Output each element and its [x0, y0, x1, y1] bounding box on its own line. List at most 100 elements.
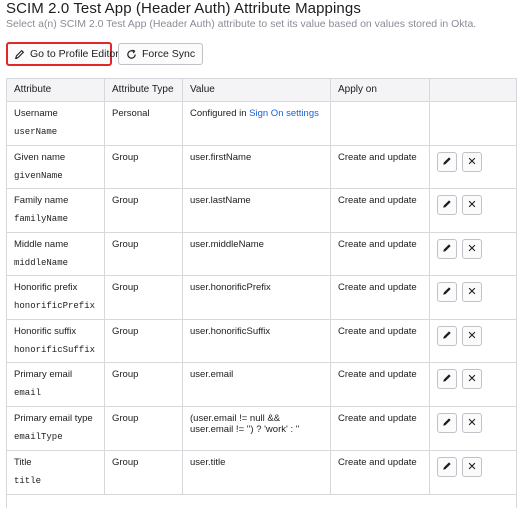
attribute-value: user.honorificSuffix — [190, 326, 271, 337]
remove-mapping-button[interactable] — [462, 195, 482, 215]
pencil-icon — [442, 417, 452, 430]
attribute-value: user.title — [190, 457, 226, 468]
attribute-value: (user.email != null && user.email != '')… — [190, 413, 300, 435]
table-row: Honorific prefix honorificPrefix Group u… — [7, 276, 516, 320]
remove-mapping-button[interactable] — [462, 413, 482, 433]
edit-mapping-button[interactable] — [437, 239, 457, 259]
pencil-icon — [14, 49, 25, 60]
column-header-value: Value — [183, 79, 331, 101]
table-row: Honorific suffix honorificSuffix Group u… — [7, 320, 516, 363]
apply-on: Create and update — [338, 239, 417, 250]
page-title: SCIM 2.0 Test App (Header Auth) Attribut… — [6, 0, 361, 17]
attribute-mappings-table: Attribute Attribute Type Value Apply on … — [6, 78, 517, 508]
pencil-icon — [442, 156, 452, 169]
pencil-icon — [442, 373, 452, 386]
attribute-value: user.honorificPrefix — [190, 282, 271, 293]
remove-mapping-button[interactable] — [462, 152, 482, 172]
attribute-variable: familyName — [14, 214, 69, 224]
table-header: Attribute Attribute Type Value Apply on — [7, 79, 516, 102]
remove-mapping-button[interactable] — [462, 457, 482, 477]
attribute-label: Middle name — [14, 239, 69, 250]
table-row: Family name familyName Group user.lastNa… — [7, 189, 516, 233]
attribute-type: Group — [112, 282, 139, 293]
close-icon — [467, 286, 477, 299]
edit-mapping-button[interactable] — [437, 369, 457, 389]
attribute-value: user.lastName — [190, 195, 251, 206]
close-icon — [467, 156, 477, 169]
pencil-icon — [442, 461, 452, 474]
column-header-attribute-type: Attribute Type — [105, 79, 183, 101]
attribute-label: Primary email — [14, 369, 73, 380]
apply-on: Create and update — [338, 152, 417, 163]
close-icon — [467, 199, 477, 212]
attribute-label: Honorific prefix — [14, 282, 78, 293]
remove-mapping-button[interactable] — [462, 282, 482, 302]
table-row: Title title Group user.title Create and … — [7, 451, 516, 495]
attribute-variable: userName — [14, 127, 58, 137]
attribute-type: Group — [112, 457, 139, 468]
table-row: Primary email type emailType Group (user… — [7, 407, 516, 451]
edit-mapping-button[interactable] — [437, 195, 457, 215]
attribute-variable: givenName — [14, 171, 63, 181]
value-prefix: Configured in — [190, 108, 250, 119]
column-header-actions — [430, 79, 516, 101]
edit-mapping-button[interactable] — [437, 152, 457, 172]
attribute-label: Primary email type — [14, 413, 93, 424]
attribute-type: Group — [112, 195, 139, 206]
attribute-type: Group — [112, 369, 139, 380]
apply-on: Create and update — [338, 282, 417, 293]
attribute-value: user.firstName — [190, 152, 252, 163]
sign-on-settings-link[interactable]: Sign On settings — [249, 108, 319, 119]
attribute-value: user.email — [190, 369, 234, 380]
attribute-variable: emailType — [14, 432, 63, 442]
table-row: Primary email email Group user.email Cre… — [7, 363, 516, 407]
column-header-attribute: Attribute — [7, 79, 105, 101]
attribute-variable: honorificSuffix — [14, 345, 96, 355]
attribute-type: Group — [112, 413, 139, 424]
close-icon — [467, 373, 477, 386]
close-icon — [467, 243, 477, 256]
apply-on: Create and update — [338, 413, 417, 424]
table-row: Middle name middleName Group user.middle… — [7, 233, 516, 276]
edit-mapping-button[interactable] — [437, 326, 457, 346]
remove-mapping-button[interactable] — [462, 369, 482, 389]
remove-mapping-button[interactable] — [462, 239, 482, 259]
close-icon — [467, 417, 477, 430]
close-icon — [467, 461, 477, 474]
attribute-variable: title — [14, 476, 42, 486]
attribute-value: user.middleName — [190, 239, 264, 250]
attribute-label: Title — [14, 457, 32, 468]
attribute-type: Group — [112, 326, 139, 337]
attribute-type: Personal — [112, 108, 150, 119]
apply-on: Create and update — [338, 457, 417, 468]
column-header-apply-on: Apply on — [331, 79, 430, 101]
pencil-icon — [442, 286, 452, 299]
apply-on: Create and update — [338, 326, 417, 337]
attribute-label: Family name — [14, 195, 69, 206]
edit-mapping-button[interactable] — [437, 282, 457, 302]
pencil-icon — [442, 330, 452, 343]
attribute-type: Group — [112, 152, 139, 163]
force-sync-button[interactable]: Force Sync — [118, 43, 203, 65]
apply-on: Create and update — [338, 195, 417, 206]
page-subtitle: Select a(n) SCIM 2.0 Test App (Header Au… — [6, 18, 477, 30]
table-row: Given name givenName Group user.firstNam… — [7, 146, 516, 189]
remove-mapping-button[interactable] — [462, 326, 482, 346]
profile-editor-label: Go to Profile Editor — [30, 48, 119, 60]
pencil-icon — [442, 243, 452, 256]
attribute-variable: honorificPrefix — [14, 301, 96, 311]
refresh-icon — [126, 49, 137, 60]
force-sync-label: Force Sync — [142, 48, 196, 60]
close-icon — [467, 330, 477, 343]
attribute-label: Given name — [14, 152, 66, 163]
attribute-variable: middleName — [14, 258, 69, 268]
attribute-value: Configured in Sign On settings — [190, 108, 330, 120]
edit-mapping-button[interactable] — [437, 457, 457, 477]
apply-on: Create and update — [338, 369, 417, 380]
attribute-label: Honorific suffix — [14, 326, 77, 337]
go-to-profile-editor-button[interactable]: Go to Profile Editor — [6, 42, 119, 66]
edit-mapping-button[interactable] — [437, 413, 457, 433]
attribute-label: Username — [14, 108, 58, 119]
attribute-variable: email — [14, 388, 42, 398]
pencil-icon — [442, 199, 452, 212]
